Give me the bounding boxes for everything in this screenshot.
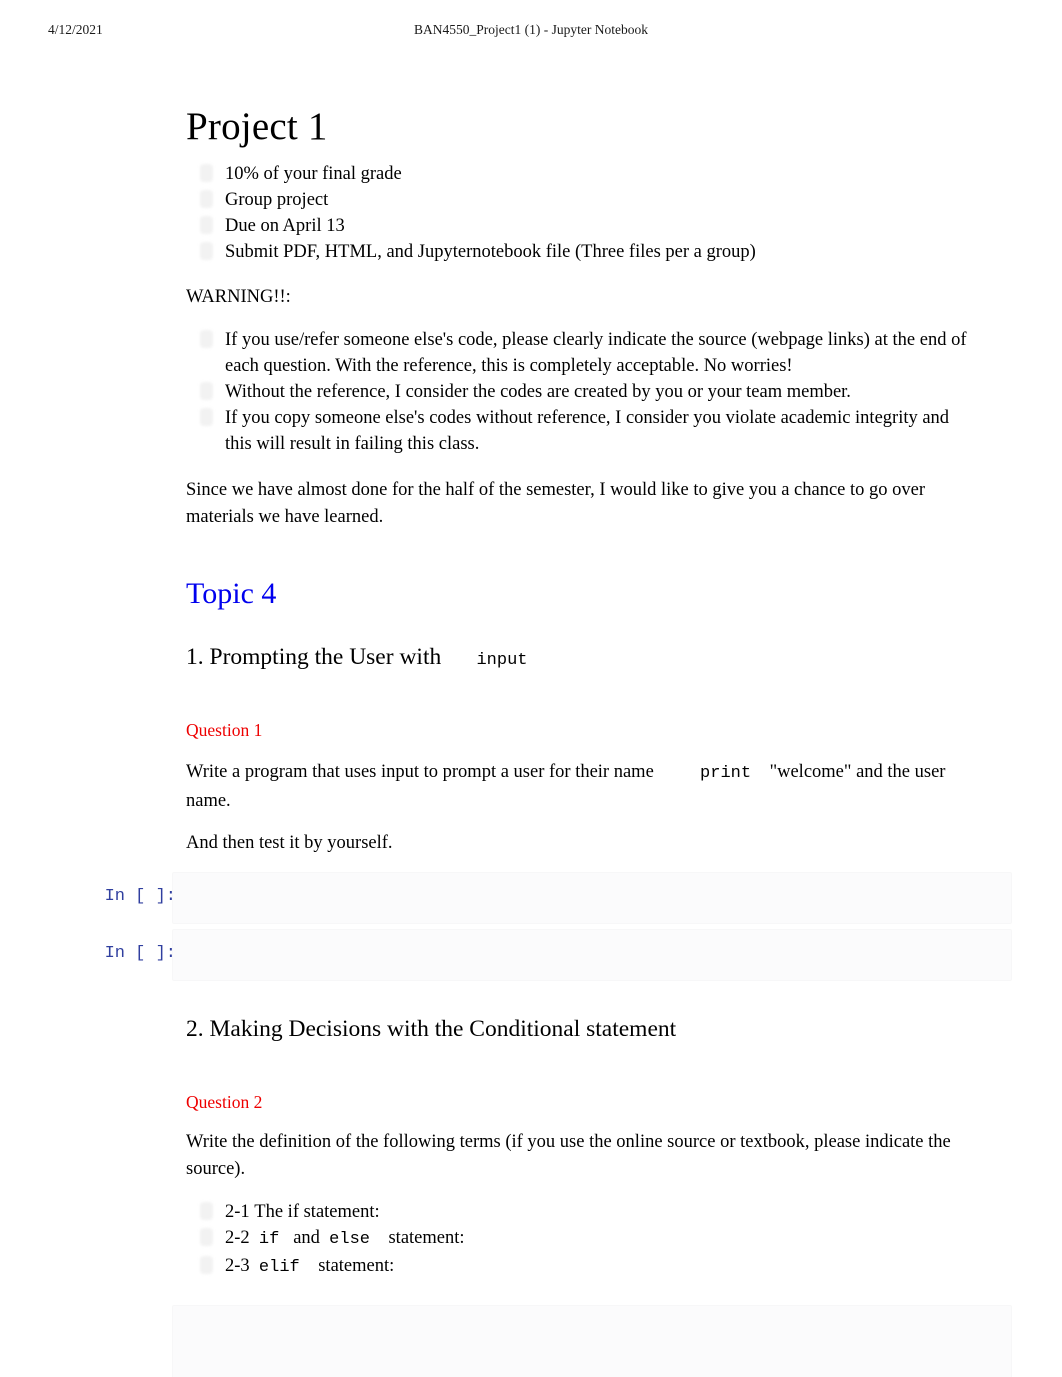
list-item: 10% of your final grade: [186, 161, 976, 187]
intro-paragraph-block: Since we have almost done for the half o…: [186, 477, 976, 530]
bullet-icon: [200, 330, 213, 348]
bullet-icon: [200, 1202, 213, 1220]
bullet-icon: [200, 190, 213, 208]
code-input-area[interactable]: [172, 1305, 1012, 1377]
bullet-icon: [200, 216, 213, 234]
bullet-icon: [200, 1256, 213, 1274]
term-code-if: if: [258, 1230, 280, 1249]
question-1-text-part1: Write a program that uses input to promp…: [186, 762, 654, 782]
list-item: 2-1 The if statement:: [186, 1199, 976, 1225]
question-1-followup: And then test it by yourself.: [186, 833, 393, 853]
bullet-icon: [200, 1228, 213, 1246]
question-2-label-block: Question 2: [186, 1091, 976, 1113]
topic-heading: Topic 4: [186, 577, 277, 610]
term-number: 2-2: [225, 1228, 250, 1248]
bullet-icon: [200, 164, 213, 182]
warning-list: If you use/refer someone else's code, pl…: [186, 327, 976, 457]
section-1-heading: 1. Prompting the User with input: [186, 642, 976, 676]
question-1-text-block: Write a program that uses input to promp…: [186, 759, 976, 814]
code-cell[interactable]: In [ ]:: [80, 872, 1012, 924]
question-1-text: Write a program that uses input to promp…: [186, 759, 976, 814]
question-1-label-block: Question 1: [186, 719, 976, 741]
question-2-text: Write the definition of the following te…: [186, 1132, 951, 1179]
question-1-label: Question 1: [186, 720, 263, 740]
terms-list: 2-1 The if statement: 2-2 if and else st…: [186, 1199, 976, 1281]
overview-list-block: 10% of your final grade Group project Du…: [186, 161, 976, 265]
bullet-icon: [200, 408, 213, 426]
code-input-area[interactable]: [172, 872, 1012, 924]
notebook-title-block: Project 1: [186, 104, 976, 150]
list-item: 2-3 elif statement:: [186, 1253, 976, 1281]
overview-list: 10% of your final grade Group project Du…: [186, 161, 976, 265]
list-item: 2-2 if and else statement:: [186, 1225, 976, 1253]
list-item: Due on April 13: [186, 213, 976, 239]
list-item-label: If you copy someone else's codes without…: [225, 408, 950, 454]
section-1-heading-block: 1. Prompting the User with input: [186, 642, 976, 676]
page-title: Project 1: [186, 105, 328, 148]
list-item-label: If you use/refer someone else's code, pl…: [225, 330, 967, 376]
code-input-text[interactable]: [173, 930, 1011, 978]
warning-label-block: WARNING!!:: [186, 284, 976, 311]
print-header: 4/12/2021 BAN4550_Project1 (1) - Jupyter…: [0, 22, 1062, 44]
term-text-mid: and: [293, 1228, 320, 1248]
code-input-text[interactable]: [173, 873, 1011, 921]
code-input-text[interactable]: [173, 1306, 1011, 1354]
section-2-heading-block: 2. Making Decisions with the Conditional…: [186, 1014, 976, 1044]
term-text: The if statement:: [254, 1202, 380, 1222]
warning-list-block: If you use/refer someone else's code, pl…: [186, 327, 976, 457]
list-item-label: Without the reference, I consider the co…: [225, 382, 851, 402]
term-code-else: else: [329, 1230, 370, 1249]
cell-prompt: In [ ]:: [104, 944, 176, 963]
section-1-heading-code: input: [476, 651, 528, 670]
code-input-area[interactable]: [172, 929, 1012, 981]
code-cell[interactable]: [80, 1305, 1012, 1377]
question-2-terms-block: 2-1 The if statement: 2-2 if and else st…: [186, 1199, 976, 1281]
list-item: If you use/refer someone else's code, pl…: [186, 327, 976, 379]
warning-label: WARNING!!:: [186, 287, 291, 307]
list-item-label: 10% of your final grade: [225, 164, 402, 184]
question-1-followup-block: And then test it by yourself.: [186, 830, 976, 857]
section-2-heading: 2. Making Decisions with the Conditional…: [186, 1016, 677, 1042]
list-item: If you copy someone else's codes without…: [186, 405, 976, 457]
bullet-icon: [200, 382, 213, 400]
term-code-elif: elif: [258, 1258, 300, 1277]
print-document-title: BAN4550_Project1 (1) - Jupyter Notebook: [414, 22, 648, 37]
topic-heading-block: Topic 4: [186, 576, 976, 612]
bullet-icon: [200, 242, 213, 260]
cell-prompt: In [ ]:: [104, 887, 176, 906]
term-text-after: statement:: [318, 1256, 395, 1276]
list-item: Submit PDF, HTML, and Jupyternotebook fi…: [186, 239, 976, 265]
list-item-label: Submit PDF, HTML, and Jupyternotebook fi…: [225, 242, 756, 262]
term-number: 2-1: [225, 1202, 250, 1222]
list-item: Group project: [186, 187, 976, 213]
code-cell[interactable]: In [ ]:: [80, 929, 1012, 981]
list-item-label: Group project: [225, 190, 329, 210]
question-1-code-print: print: [700, 764, 752, 783]
intro-paragraph: Since we have almost done for the half o…: [186, 480, 926, 527]
question-2-label: Question 2: [186, 1092, 263, 1112]
term-number: 2-3: [225, 1256, 250, 1276]
term-text-after: statement:: [388, 1228, 465, 1248]
section-1-heading-text: 1. Prompting the User with: [186, 644, 442, 670]
list-item: Without the reference, I consider the co…: [186, 379, 976, 405]
list-item-label: Due on April 13: [225, 216, 345, 236]
question-2-text-block: Write the definition of the following te…: [186, 1129, 976, 1182]
